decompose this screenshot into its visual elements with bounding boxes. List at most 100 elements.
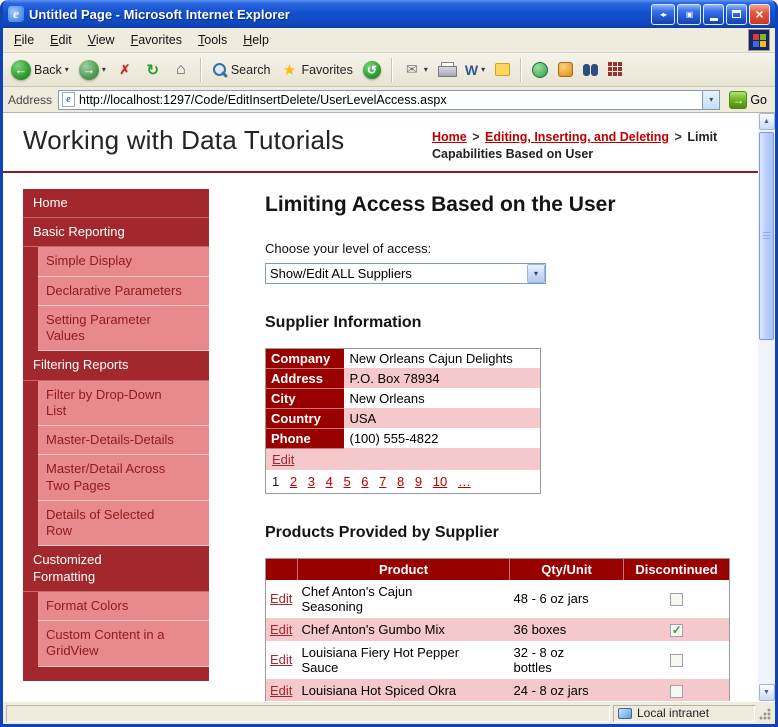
product-edit-link[interactable]: Edit <box>270 622 292 637</box>
detail-row: Address P.O. Box 78934 <box>265 368 541 389</box>
product-edit-link[interactable]: Edit <box>270 652 292 667</box>
pager-link-more[interactable]: … <box>458 474 471 489</box>
go-button[interactable]: → Go <box>726 90 770 110</box>
access-level-dropdown[interactable]: Show/Edit ALL Suppliers ▾ <box>265 262 546 284</box>
status-security-zone: Local intranet <box>613 705 755 722</box>
sidebar-item-format-colors[interactable]: Format Colors <box>38 591 209 621</box>
sidebar-item-master-detail-two-pages[interactable]: Master/Detail Across Two Pages <box>38 455 209 501</box>
breadcrumb-section-link[interactable]: Editing, Inserting, and Deleting <box>485 130 669 144</box>
scroll-down-button[interactable]: ▼ <box>758 684 775 701</box>
sidebar-item-custom-content-gridview[interactable]: Custom Content in a GridView <box>38 621 209 667</box>
field-label: Phone <box>265 428 344 449</box>
field-label: Company <box>265 348 344 369</box>
pager-link[interactable]: 9 <box>415 474 422 489</box>
research-button[interactable] <box>528 59 552 81</box>
sidebar-item-filter-by-dropdown-list[interactable]: Filter by Drop-Down List <box>38 380 209 426</box>
back-button[interactable]: ← Back ▾ <box>7 57 73 83</box>
menu-help[interactable]: Help <box>235 30 277 50</box>
back-icon: ← <box>11 59 31 80</box>
pager-link[interactable]: 4 <box>326 474 333 489</box>
refresh-button[interactable]: ↻ <box>140 58 166 82</box>
address-url[interactable]: http://localhost:1297/Code/EditInsertDel… <box>79 93 698 107</box>
product-row: Edit Louisiana Hot Spiced Okra 24 - 8 oz… <box>265 678 730 701</box>
field-value: New Orleans Cajun Delights <box>349 351 513 366</box>
sidebar-item-customized-formatting[interactable]: Customized Formatting <box>23 546 209 592</box>
pager-link[interactable]: 3 <box>308 474 315 489</box>
stop-button[interactable]: ✗ <box>112 58 138 82</box>
messenger-icon <box>558 62 574 77</box>
close-button[interactable]: × <box>749 3 770 25</box>
print-button[interactable] <box>434 59 459 80</box>
quick-tabs-button[interactable] <box>604 59 627 80</box>
pager-link[interactable]: 2 <box>290 474 297 489</box>
sidebar-item-simple-display[interactable]: Simple Display <box>38 247 209 277</box>
menu-favorites[interactable]: Favorites <box>123 30 190 50</box>
discontinued-checkbox[interactable] <box>669 623 683 637</box>
status-bar: Local intranet <box>3 701 775 724</box>
scroll-up-button[interactable]: ▲ <box>758 113 775 130</box>
discuss-button[interactable] <box>491 60 514 79</box>
edit-dropdown-icon: ▾ <box>481 65 486 74</box>
discontinued-checkbox[interactable] <box>669 593 683 607</box>
supplier-edit-link[interactable]: Edit <box>272 452 294 467</box>
favorites-button[interactable]: ★ Favorites <box>276 58 356 82</box>
maximize-button[interactable] <box>726 3 747 25</box>
scrollbar-track[interactable] <box>758 130 775 684</box>
sidebar-item-filtering-reports[interactable]: Filtering Reports <box>23 351 209 381</box>
forward-button[interactable]: → ▾ <box>75 57 110 83</box>
search-button[interactable]: Search <box>208 59 275 81</box>
product-qty: 48 - 6 oz jars <box>513 591 589 607</box>
menu-file[interactable]: File <box>6 30 42 50</box>
pager-link[interactable]: 10 <box>433 474 447 489</box>
sidebar-item-basic-reporting[interactable]: Basic Reporting <box>23 218 209 248</box>
mail-icon: ✉ <box>405 61 418 77</box>
pager-link[interactable]: 8 <box>397 474 404 489</box>
sidebar-item-partial[interactable] <box>23 666 209 681</box>
vertical-scrollbar[interactable]: ▲ ▼ <box>758 113 775 701</box>
address-input[interactable]: e http://localhost:1297/Code/EditInsertD… <box>58 89 721 110</box>
sidebar-item-master-details-details[interactable]: Master-Details-Details <box>38 426 209 456</box>
sidebar-item-setting-parameter-values[interactable]: Setting Parameter Values <box>38 305 209 352</box>
breadcrumb-separator: > <box>472 130 480 144</box>
address-dropdown-button[interactable]: ▾ <box>702 90 720 109</box>
discontinued-checkbox[interactable] <box>669 654 683 668</box>
menu-view[interactable]: View <box>80 30 123 50</box>
title-bar[interactable]: e Untitled Page - Microsoft Internet Exp… <box>3 0 775 28</box>
pager-link[interactable]: 6 <box>361 474 368 489</box>
scrollbar-thumb[interactable] <box>759 132 774 340</box>
product-row: Edit Chef Anton's Gumbo Mix 36 boxes <box>265 617 730 641</box>
messenger-button[interactable] <box>554 59 577 80</box>
navigation-toolbar: ← Back ▾ → ▾ ✗ ↻ ⌂ Search ★ Favorites ↺ … <box>3 53 775 87</box>
products-header-row: Product Qty/Unit Discontinued <box>265 558 730 580</box>
find-button[interactable] <box>579 61 602 79</box>
home-button[interactable]: ⌂ <box>168 58 194 82</box>
pager-link[interactable]: 7 <box>379 474 386 489</box>
column-header-discontinued: Discontinued <box>623 558 730 580</box>
discontinued-checkbox[interactable] <box>669 684 683 698</box>
go-icon: → <box>729 90 748 109</box>
sidebar-item-details-of-selected-row[interactable]: Details of Selected Row <box>38 500 209 547</box>
window-title: Untitled Page - Microsoft Internet Explo… <box>29 6 290 22</box>
status-message-area <box>6 705 610 722</box>
nav-arrows-button[interactable]: ◂▸ <box>651 3 675 25</box>
history-button[interactable]: ↺ <box>359 58 385 82</box>
menu-tools[interactable]: Tools <box>190 30 235 50</box>
breadcrumb-home-link[interactable]: Home <box>432 130 467 144</box>
pager-link[interactable]: 5 <box>343 474 350 489</box>
sidebar-item-declarative-parameters[interactable]: Declarative Parameters <box>38 276 209 306</box>
web-page: Working with Data Tutorials Home > Editi… <box>3 113 758 701</box>
menu-edit[interactable]: Edit <box>42 30 80 50</box>
field-value: USA <box>349 410 377 426</box>
resize-grip[interactable] <box>758 705 772 721</box>
ie-logo-icon: e <box>8 6 24 22</box>
mail-button[interactable]: ✉ ▾ <box>399 58 432 82</box>
detail-row: Phone (100) 555-4822 <box>265 428 541 449</box>
product-edit-link[interactable]: Edit <box>270 683 292 698</box>
product-edit-link[interactable]: Edit <box>270 591 292 606</box>
edit-with-word-button[interactable]: W ▾ <box>461 59 489 81</box>
panel-button[interactable]: ▣ <box>677 3 701 25</box>
dropdown-arrow-button[interactable]: ▾ <box>527 263 545 283</box>
print-icon <box>437 62 457 77</box>
sidebar-item-home[interactable]: Home <box>23 188 209 218</box>
minimize-button[interactable] <box>703 3 724 25</box>
